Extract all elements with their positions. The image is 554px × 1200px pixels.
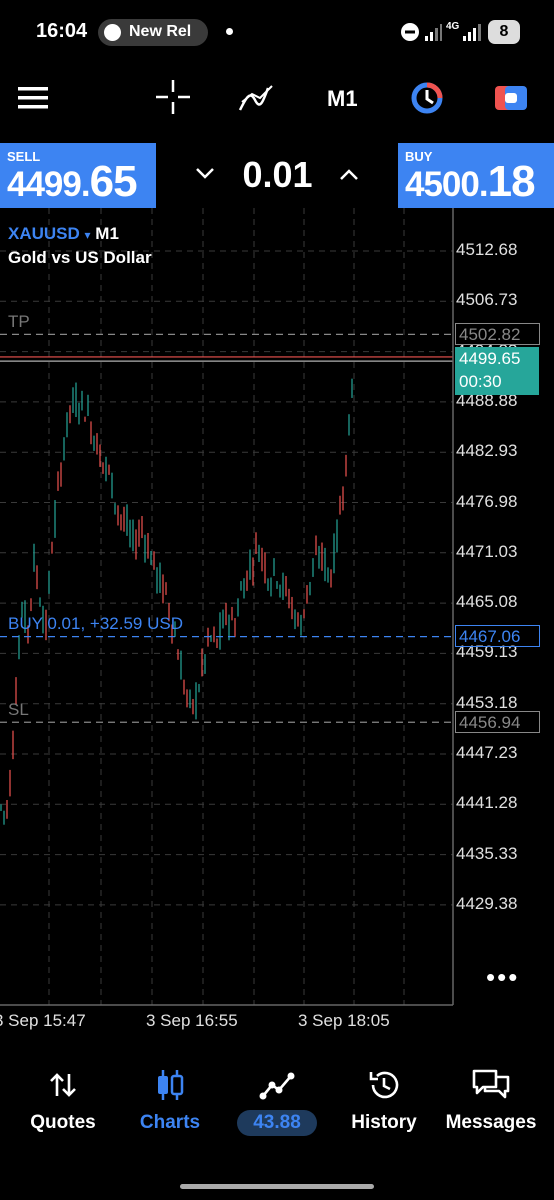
time-axis-label: 3 Sep 15:47 — [0, 1011, 86, 1030]
sell-price-pips: 65 — [89, 157, 138, 206]
price-axis-label: 4476.98 — [456, 491, 518, 511]
nav-messages-label: Messages — [445, 1112, 537, 1133]
sell-price-main: 4499. — [7, 165, 91, 204]
nav-quotes[interactable]: Quotes — [8, 1060, 118, 1134]
notification-text: New Rel — [129, 23, 192, 40]
tp-label: TP — [8, 312, 30, 331]
dnd-icon — [401, 23, 419, 41]
menu-icon[interactable] — [18, 86, 48, 110]
price-axis-label: 4506.73 — [456, 290, 518, 310]
symbol-timeframe: M1 — [95, 224, 119, 243]
history-icon — [369, 1071, 399, 1099]
price-levels — [0, 333, 453, 723]
notification-dot — [226, 28, 233, 35]
nav-messages[interactable]: Messages — [436, 1060, 546, 1134]
chart-toolbar: M1 — [0, 66, 554, 142]
trade-icon — [259, 1072, 295, 1100]
buy-price-pips: 18 — [487, 157, 536, 206]
lot-decrease-icon[interactable] — [194, 166, 216, 182]
home-indicator — [180, 1184, 374, 1189]
sell-button[interactable]: SELL 4499.65 — [0, 143, 156, 208]
symbol-dropdown-icon: ▾ — [84, 228, 91, 242]
price-axis-label: 4482.93 — [456, 441, 518, 461]
buy-button[interactable]: BUY 4500.18 — [398, 143, 554, 208]
sl-price-tag[interactable]: 4456.94 — [455, 711, 540, 733]
price-axis-label: 4435.33 — [456, 843, 518, 863]
nav-trade-profit[interactable]: 43.88 — [237, 1110, 317, 1136]
lot-size[interactable]: 0.01 — [220, 154, 335, 196]
notification-pill[interactable]: New Rel — [98, 19, 208, 46]
lot-increase-icon[interactable] — [338, 166, 360, 182]
signal-icon — [425, 24, 442, 41]
timeframe-button[interactable]: M1 — [327, 86, 358, 112]
nav-charts-label: Charts — [139, 1112, 201, 1133]
position-label[interactable]: BUY 0.01, +32.59 USD — [8, 614, 183, 634]
buy-price: 4500.18 — [405, 157, 536, 207]
status-clock: 16:04 — [36, 20, 88, 42]
bid-price-tag: 4499.65 00:30 — [455, 347, 539, 395]
price-axis-label: 4447.23 — [456, 743, 518, 762]
status-bar: 16:04 New Rel 4G 8 — [0, 0, 554, 66]
bar-countdown: 00:30 — [459, 372, 502, 391]
sell-price: 4499.65 — [7, 157, 138, 207]
charts-icon — [158, 1070, 184, 1100]
symbol-description: Gold vs US Dollar — [8, 248, 152, 267]
time-axis-label: 3 Sep 18:05 — [298, 1011, 390, 1030]
bid-price: 4499.65 — [459, 349, 521, 368]
price-axis-label: 4465.08 — [456, 592, 518, 612]
price-axis-label: 4512.68 — [456, 240, 518, 259]
nav-history-label: History — [351, 1112, 417, 1133]
time-axis-label: 3 Sep 16:55 — [146, 1011, 238, 1030]
one-click-trading-icon[interactable] — [409, 80, 445, 116]
nav-charts[interactable]: Charts — [115, 1060, 225, 1134]
buy-price-main: 4500. — [405, 165, 489, 204]
nav-quotes-label: Quotes — [30, 1112, 96, 1133]
messages-icon — [472, 1069, 510, 1099]
nav-trade[interactable] — [222, 1060, 332, 1110]
tp-price-tag[interactable]: 4502.82 — [455, 323, 540, 345]
crosshair-icon[interactable] — [156, 80, 190, 114]
price-axis-label: 4441.28 — [456, 793, 518, 813]
indicators-icon[interactable] — [238, 82, 276, 114]
candles — [0, 378, 353, 825]
price-axis-label: 4429.38 — [456, 893, 518, 913]
more-options-icon[interactable]: ••• — [486, 962, 519, 993]
signal-icon-2 — [463, 24, 481, 41]
symbol-name: XAUUSD — [8, 224, 80, 243]
network-type: 4G — [446, 21, 460, 32]
quotes-icon — [50, 1073, 76, 1097]
nav-history[interactable]: History — [329, 1060, 439, 1134]
position-price-tag[interactable]: 4467.06 — [455, 625, 540, 647]
battery-indicator: 8 — [488, 20, 520, 44]
sl-label: SL — [8, 700, 29, 719]
chart-symbol[interactable]: XAUUSD ▾ M1 — [8, 224, 119, 244]
chart-objects-icon[interactable] — [494, 82, 528, 114]
spotify-icon — [104, 24, 121, 41]
price-axis-label: 4453.18 — [456, 692, 518, 712]
price-axis-label: 4471.03 — [456, 541, 518, 561]
